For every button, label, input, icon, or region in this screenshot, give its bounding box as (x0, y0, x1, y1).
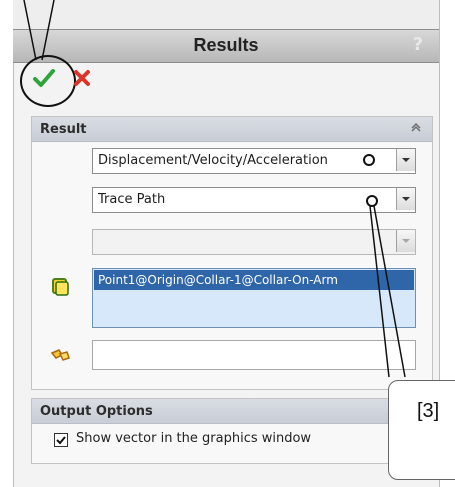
callout-label: [3] (417, 400, 440, 422)
callout-box (388, 380, 455, 480)
callout-leader-lines (23, 0, 406, 378)
